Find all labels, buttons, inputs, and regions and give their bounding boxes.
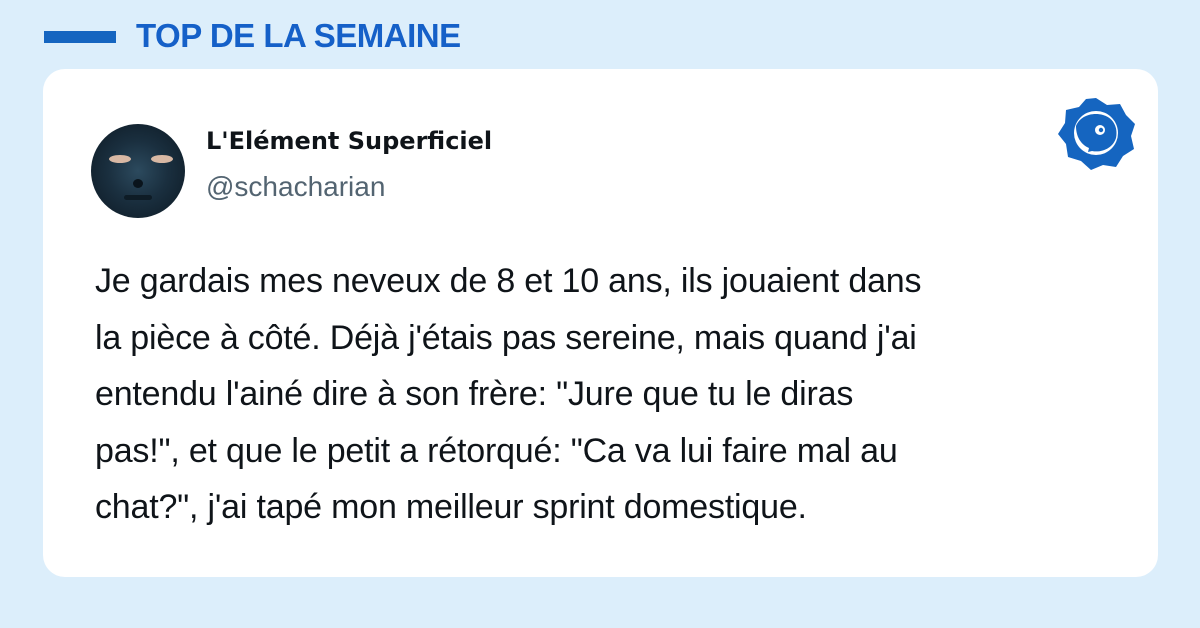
section-title: TOP DE LA SEMAINE (136, 17, 461, 54)
brand-logo-icon (1058, 98, 1135, 170)
avatar-mouth (124, 195, 152, 200)
author-display-name[interactable]: L'Elément Superficiel (206, 125, 492, 157)
avatar[interactable] (91, 124, 185, 218)
author-handle[interactable]: @schacharian (206, 170, 385, 204)
tweet-card: L'Elément Superficiel @schacharian Je ga… (43, 69, 1158, 577)
avatar-eye-left (109, 155, 131, 163)
header-accent-bar (44, 31, 116, 43)
tweet-text: Je gardais mes neveux de 8 et 10 ans, il… (95, 262, 922, 526)
avatar-eye-right (151, 155, 173, 163)
avatar-nose (133, 179, 143, 188)
